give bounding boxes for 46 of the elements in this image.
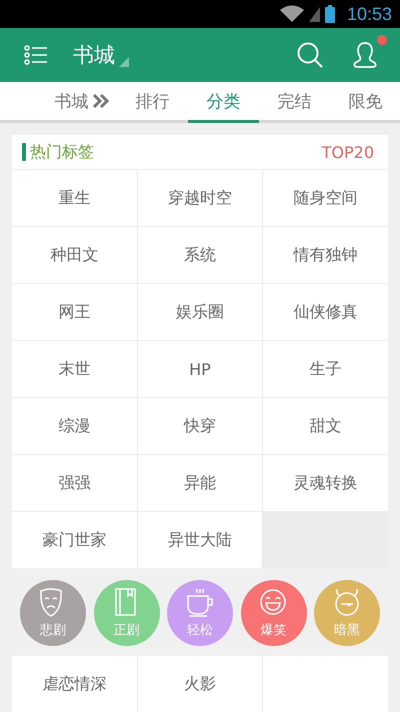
cup-icon [186, 588, 214, 616]
tag-cell[interactable]: 火影 [138, 656, 262, 712]
tag-cell[interactable]: 末世 [12, 341, 137, 397]
horned-face-icon [333, 588, 361, 616]
tag-cell[interactable]: 综漫 [12, 398, 137, 454]
laughing-face-icon [260, 588, 288, 616]
section-title: 热门标签 [30, 142, 95, 162]
tag-cell[interactable]: 灵魂转换 [263, 455, 388, 511]
tag-cell[interactable]: 系统 [138, 227, 262, 283]
tag-cell[interactable]: 穿越时空 [138, 170, 262, 226]
menu-icon [24, 45, 48, 65]
section-marker [22, 143, 26, 161]
search-button[interactable] [296, 41, 324, 69]
battery-icon [324, 5, 335, 23]
tab[interactable]: 限免 [330, 82, 400, 123]
tag-cell[interactable]: 强强 [12, 455, 137, 511]
tag-cell[interactable]: 情有独钟 [263, 227, 388, 283]
user-icon [352, 41, 378, 69]
tab[interactable]: 分类 [188, 82, 259, 123]
double-chevron-icon [92, 93, 108, 109]
tab[interactable]: 书城 [46, 82, 117, 123]
tag-cell[interactable]: HP [138, 341, 262, 397]
tag-cell[interactable]: 娱乐圈 [138, 284, 262, 340]
tag-cell[interactable]: 甜文 [263, 398, 388, 454]
user-button[interactable] [352, 41, 378, 69]
tag-cell[interactable]: 豪门世家 [12, 512, 137, 568]
signal-icon [308, 5, 321, 23]
menu-button[interactable] [24, 45, 48, 65]
tag-cell[interactable]: 随身空间 [263, 170, 388, 226]
tag-cell[interactable]: 异世大陆 [138, 512, 262, 568]
tag-cell[interactable]: 异能 [138, 455, 262, 511]
status-time: 10:53 [346, 4, 392, 24]
tag-cell[interactable]: 仙侠修真 [263, 284, 388, 340]
tag-cell[interactable]: 生子 [263, 341, 388, 397]
tag-cell[interactable]: 虐恋情深 [12, 656, 137, 712]
dropdown-corner-icon [119, 57, 129, 67]
wifi-icon [278, 5, 305, 23]
top-label: TOP20 [322, 142, 374, 162]
tag-cell[interactable]: 快穿 [138, 398, 262, 454]
tag-cell[interactable]: 重生 [12, 170, 137, 226]
tab[interactable]: 排行 [117, 82, 188, 123]
tab[interactable]: 完结 [259, 82, 330, 123]
tag-cell[interactable]: 网王 [12, 284, 137, 340]
page-title[interactable]: 书城 [73, 41, 115, 69]
search-icon [296, 41, 324, 69]
tag-cell[interactable]: 种田文 [12, 227, 137, 283]
